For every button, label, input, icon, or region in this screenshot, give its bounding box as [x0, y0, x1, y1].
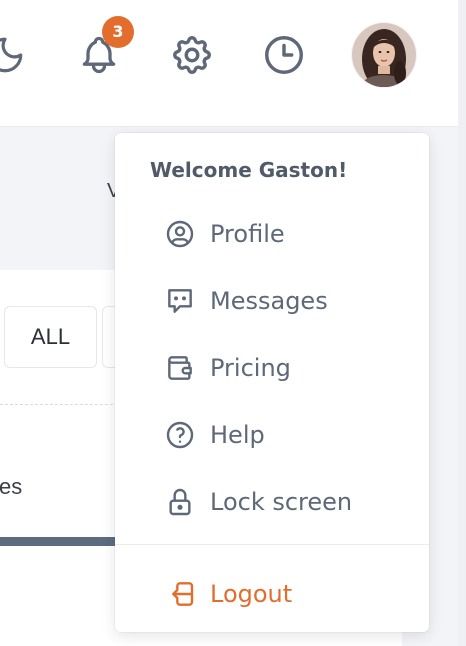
logout-icon	[163, 577, 197, 611]
menu-item-label: Help	[210, 421, 265, 449]
user-circle-icon	[163, 217, 197, 251]
menu-item-label: Logout	[210, 580, 293, 608]
message-dots-icon	[163, 284, 197, 318]
welcome-heading: Welcome Gaston!	[150, 158, 348, 182]
user-dropdown-menu: Welcome Gaston! Profile Messages Pricing…	[115, 133, 429, 632]
menu-item-lock-screen[interactable]: Lock screen	[115, 477, 429, 527]
lock-icon	[163, 485, 197, 519]
menu-divider	[115, 544, 429, 545]
menu-item-label: Profile	[210, 220, 285, 248]
clock-icon	[261, 32, 307, 78]
menu-item-pricing[interactable]: Pricing	[115, 343, 429, 393]
menu-item-profile[interactable]: Profile	[115, 209, 429, 259]
filter-all-button[interactable]: ALL	[4, 306, 97, 368]
menu-item-logout[interactable]: Logout	[115, 569, 429, 619]
settings-button[interactable]	[167, 30, 217, 80]
moon-icon	[0, 34, 26, 76]
help-circle-icon	[163, 418, 197, 452]
menu-item-label: Lock screen	[210, 488, 353, 516]
menu-item-label: Pricing	[210, 354, 291, 382]
menu-item-label: Messages	[210, 287, 328, 315]
history-button[interactable]	[259, 30, 309, 80]
gear-icon	[169, 32, 215, 78]
background-partial-text: es	[0, 474, 23, 499]
menu-item-messages[interactable]: Messages	[115, 276, 429, 326]
scroll-edge	[458, 0, 466, 646]
menu-item-help[interactable]: Help	[115, 410, 429, 460]
theme-toggle-button[interactable]	[0, 30, 30, 80]
user-avatar[interactable]	[352, 23, 416, 87]
wallet-icon	[163, 351, 197, 385]
notification-count-badge: 3	[102, 16, 134, 48]
